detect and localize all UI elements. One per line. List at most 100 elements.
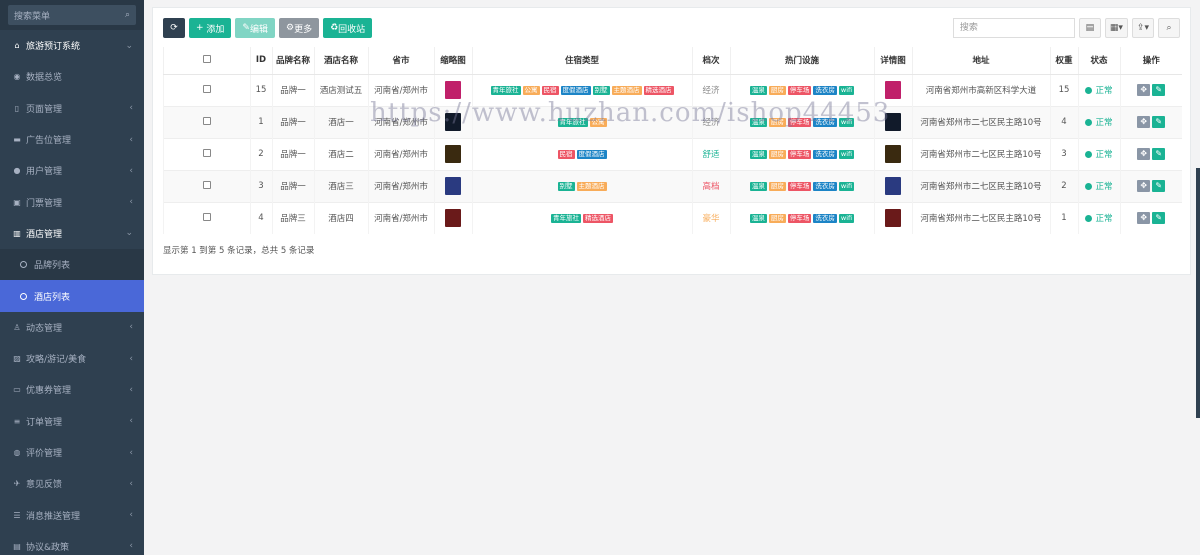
column-header[interactable]: 热门设施 [729, 47, 874, 75]
sidebar-item-2[interactable]: ▯ 页面管理 ‹ [0, 93, 144, 124]
address-cell: 河南省郑州市高新区科学大道 [911, 73, 1050, 106]
column-header[interactable]: ID [249, 47, 272, 75]
row-edit-button[interactable]: ✎ [1152, 212, 1166, 225]
recycle-bin-button[interactable]: ♻ 回收站 [323, 18, 373, 38]
status-badge[interactable]: 正常 [1085, 150, 1113, 160]
table-row[interactable]: 2 品牌一 酒店二 河南省/郑州市 民宿 度假酒店 舒适 温泉 厨房 停车场 洗衣房 wifi 河南省郑… [163, 137, 1182, 170]
right-edge-tab [1196, 168, 1200, 418]
advanced-search-button[interactable]: ⌕ [1158, 18, 1180, 38]
detail-image[interactable] [885, 209, 901, 228]
ticket-icon: ▣ [13, 197, 21, 207]
sidebar-item-9[interactable]: ♙ 动态管理 ‹ [0, 312, 144, 343]
sidebar-item-14[interactable]: ✈ 意见反馈 ‹ [0, 468, 144, 499]
menu-search-input[interactable]: 搜索菜单 ⌕ [8, 5, 136, 25]
column-header[interactable]: 详情图 [873, 47, 912, 75]
facility-tag: 温泉 [749, 86, 767, 95]
sidebar-item-11[interactable]: ▭ 优惠券管理 ‹ [0, 374, 144, 405]
sidebar-item-4[interactable]: ● 用户管理 ‹ [0, 155, 144, 186]
column-header[interactable]: 状态 [1077, 47, 1120, 75]
columns-button[interactable]: ▦▾ [1104, 18, 1128, 38]
thumbnail-image[interactable] [445, 145, 461, 163]
status-badge[interactable]: 正常 [1085, 118, 1113, 128]
type-tag: 别墅 [592, 86, 610, 95]
hotel-name-cell: 酒店三 [313, 169, 368, 202]
refresh-button[interactable]: ⟳ [163, 18, 185, 38]
sidebar-item-12[interactable]: ≡ 订单管理 ‹ [0, 406, 144, 437]
column-header[interactable]: 地址 [911, 47, 1050, 75]
sidebar-menu: ⌂ 旅游预订系统 ⌄ ◉ 数据总览 ▯ 页面管理 ‹ ▬ 广告位管理 ‹ ● 用户管理 ‹ ▣ 门票管理 ‹ ▥ 酒… [0, 30, 144, 555]
add-button[interactable]: + 添加 [189, 18, 232, 38]
city-cell: 河南省/郑州市 [367, 201, 434, 234]
move-button[interactable]: ✥ [1137, 116, 1151, 128]
more-button[interactable]: ⚙ 更多 [278, 18, 320, 38]
move-button[interactable]: ✥ [1137, 84, 1151, 96]
thumbnail-image[interactable] [445, 113, 461, 131]
row-checkbox[interactable] [202, 84, 211, 93]
table-row[interactable]: 15 品牌一 酒店测试五 河南省/郑州市 青年旅社 公寓 民宿 度假酒店 别墅 主题酒店 精选酒店经… [163, 73, 1182, 106]
column-header[interactable]: 品牌名称 [271, 47, 314, 75]
sidebar-item-10[interactable]: ▨ 攻略/游记/美食 ‹ [0, 343, 144, 374]
thumbnail-image[interactable] [445, 177, 461, 195]
pencil-icon: ✎ [1155, 181, 1163, 190]
column-header[interactable]: 酒店名称 [313, 47, 368, 75]
table-row[interactable]: 1 品牌一 酒店一 河南省/郑州市 青年旅社 公寓 经济 温泉 厨房 停车场 洗衣房 wifi 河南省郑… [163, 105, 1182, 138]
sidebar-item-7[interactable]: 品牌列表 [0, 249, 144, 281]
move-button[interactable]: ✥ [1137, 180, 1151, 192]
status-badge[interactable]: 正常 [1085, 182, 1113, 192]
brand-cell: 品牌一 [271, 137, 314, 170]
table-row[interactable]: 4 品牌三 酒店四 河南省/郑州市 青年旅社 精选酒店 豪华 温泉 厨房 停车场 洗衣房 wifi 河南… [163, 201, 1182, 234]
detail-image[interactable] [885, 81, 901, 99]
sidebar-item-1[interactable]: ◉ 数据总览 [0, 61, 144, 92]
column-header[interactable]: 省市 [367, 47, 434, 75]
toolbar-right: 搜索 ▤ ▦▾ ⇪▾ ⌕ [952, 18, 1180, 38]
chevron-icon: ⌄ [125, 228, 133, 239]
move-icon: ✥ [1140, 213, 1148, 223]
sidebar-item-5[interactable]: ▣ 门票管理 ‹ [0, 186, 144, 217]
select-all-checkbox[interactable] [202, 54, 211, 63]
row-edit-button[interactable]: ✎ [1152, 116, 1166, 128]
sidebar-item-3[interactable]: ▬ 广告位管理 ‹ [0, 124, 144, 155]
column-header[interactable]: 住宿类型 [471, 47, 692, 75]
sidebar-item-15[interactable]: ☰ 消息推送管理 ‹ [0, 499, 144, 530]
thumbnail-image[interactable] [445, 81, 461, 99]
export-icon: ⇪▾ [1136, 23, 1149, 33]
status-badge[interactable]: 正常 [1085, 86, 1113, 96]
status-badge[interactable]: 正常 [1085, 214, 1113, 224]
detail-image[interactable] [885, 113, 901, 131]
row-checkbox[interactable] [202, 148, 211, 157]
sidebar-item-16[interactable]: ▤ 协议&政策 ‹ [0, 531, 144, 555]
grade-cell: 高档 [691, 169, 730, 202]
column-header[interactable]: 档次 [691, 47, 730, 75]
sidebar-item-13[interactable]: ◍ 评价管理 ‹ [0, 437, 144, 468]
search-icon[interactable]: ⌕ [125, 10, 130, 20]
move-button[interactable]: ✥ [1137, 212, 1151, 225]
walk-icon: ♙ [13, 322, 21, 332]
row-edit-button[interactable]: ✎ [1152, 180, 1166, 192]
detail-image[interactable] [885, 145, 901, 163]
row-select-cell [163, 73, 250, 106]
row-edit-button[interactable]: ✎ [1152, 84, 1166, 96]
detail-image[interactable] [885, 177, 901, 195]
toggle-view-button[interactable]: ▤ [1078, 18, 1101, 38]
column-header[interactable]: 操作 [1119, 47, 1182, 75]
column-header[interactable]: 缩略图 [433, 47, 472, 75]
sidebar-item-8[interactable]: 酒店列表 [0, 280, 144, 312]
type-tag: 别墅 [557, 182, 575, 191]
table-search-input[interactable]: 搜索 [952, 18, 1075, 38]
sidebar-item-6[interactable]: ▥ 酒店管理 ⌄ [0, 218, 144, 249]
thumbnail-image[interactable] [445, 209, 461, 228]
table-row[interactable]: 3 品牌一 酒店三 河南省/郑州市 别墅 主题酒店 高档 温泉 厨房 停车场 洗衣房 wifi 河南省郑… [163, 169, 1182, 202]
pencil-icon: ✎ [1155, 149, 1163, 158]
edit-button[interactable]: ✎ 编辑 [235, 18, 275, 38]
chevron-icon: ‹ [129, 103, 133, 114]
row-checkbox[interactable] [202, 180, 211, 189]
export-button[interactable]: ⇪▾ [1131, 18, 1154, 38]
sidebar-item-0[interactable]: ⌂ 旅游预订系统 ⌄ [0, 30, 144, 61]
status-label: 正常 [1095, 182, 1113, 192]
select-all-cell[interactable] [163, 47, 250, 75]
column-header[interactable]: 权重 [1049, 47, 1078, 75]
row-checkbox[interactable] [202, 212, 211, 221]
row-checkbox[interactable] [202, 116, 211, 125]
move-button[interactable]: ✥ [1137, 148, 1151, 160]
row-edit-button[interactable]: ✎ [1152, 148, 1166, 160]
